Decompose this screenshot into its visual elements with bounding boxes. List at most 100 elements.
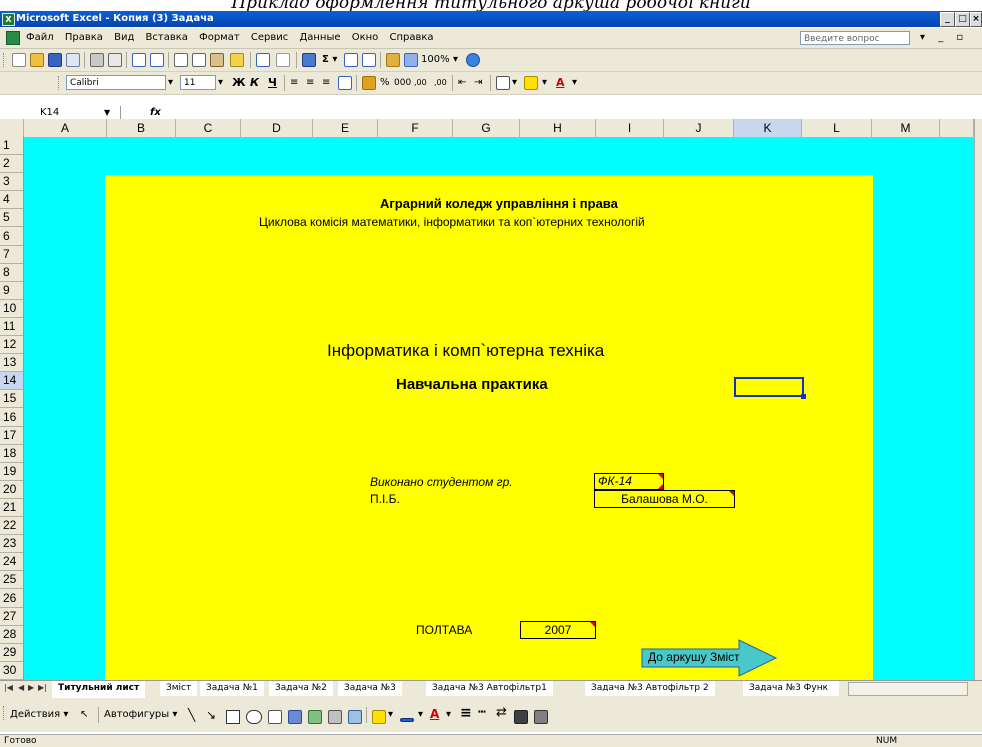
workbook-icon[interactable]: [6, 31, 20, 45]
row-header[interactable]: 23: [0, 535, 23, 554]
print-preview-icon[interactable]: [108, 53, 122, 67]
column-header[interactable]: M: [872, 119, 940, 137]
row-header[interactable]: 20: [0, 481, 23, 499]
font-color-dropdown-icon[interactable]: ▾: [446, 708, 451, 722]
question-input[interactable]: Введите вопрос: [800, 31, 910, 45]
maximize-button[interactable]: □: [955, 12, 970, 27]
font-name-box[interactable]: Calibri: [66, 75, 166, 90]
fill-dropdown-icon[interactable]: ▾: [542, 76, 547, 90]
tab-task-3[interactable]: Задача №3: [338, 681, 402, 696]
row-header[interactable]: 11: [0, 318, 23, 337]
name-box-dropdown-icon[interactable]: ▼: [104, 106, 110, 119]
menu-file[interactable]: Файл: [22, 28, 58, 48]
sort-ascending-icon[interactable]: [344, 53, 358, 67]
row-header[interactable]: 8: [0, 264, 23, 282]
year-cell[interactable]: 2007: [520, 621, 596, 639]
clip-art-icon[interactable]: [328, 710, 342, 724]
cut-icon[interactable]: [174, 53, 188, 67]
undo-icon[interactable]: [256, 53, 270, 67]
save-icon[interactable]: [48, 53, 62, 67]
line-color-icon[interactable]: [400, 718, 414, 722]
horizontal-scrollbar[interactable]: [848, 682, 968, 696]
row-header[interactable]: 19: [0, 463, 23, 481]
row-header[interactable]: 17: [0, 427, 23, 445]
arrow-style-icon[interactable]: ⇄: [496, 706, 507, 720]
row-header[interactable]: 3: [0, 173, 23, 192]
print-icon[interactable]: [90, 53, 104, 67]
font-dropdown-icon[interactable]: ▾: [168, 76, 173, 90]
toolbar-grip[interactable]: [58, 76, 62, 90]
decrease-indent-icon[interactable]: ⇤: [458, 76, 466, 90]
font-color-icon[interactable]: A: [430, 707, 439, 721]
row-header[interactable]: 1: [0, 137, 23, 156]
actions-menu[interactable]: Действия ▾: [10, 708, 68, 722]
column-header-selected[interactable]: K: [734, 119, 802, 137]
to-contents-arrow-button[interactable]: До аркушу Зміст: [641, 639, 779, 677]
italic-button[interactable]: К: [250, 76, 259, 90]
fill-handle[interactable]: [801, 394, 806, 399]
copy-icon[interactable]: [192, 53, 206, 67]
insert-function-icon[interactable]: fx: [150, 106, 161, 119]
tab-contents[interactable]: Зміст: [160, 681, 198, 696]
merge-center-icon[interactable]: [338, 76, 352, 90]
row-header[interactable]: 25: [0, 571, 23, 590]
fill-color-icon[interactable]: [524, 76, 538, 90]
size-dropdown-icon[interactable]: ▾: [218, 76, 223, 90]
active-cell-k14[interactable]: [734, 377, 806, 399]
help-icon[interactable]: [466, 53, 480, 67]
tab-task-3-functions[interactable]: Задача №3 Функ: [743, 681, 839, 696]
row-header[interactable]: 9: [0, 282, 23, 300]
select-objects-icon[interactable]: ↖: [80, 708, 88, 722]
column-header[interactable]: L: [802, 119, 872, 137]
column-header-partial[interactable]: [940, 119, 974, 137]
row-header[interactable]: 24: [0, 553, 23, 572]
autoshapes-menu[interactable]: Автофигуры ▾: [104, 708, 177, 722]
row-header[interactable]: 6: [0, 228, 23, 246]
menu-tools[interactable]: Сервис: [247, 28, 292, 48]
row-header[interactable]: 12: [0, 336, 23, 355]
menu-edit[interactable]: Правка: [61, 28, 107, 48]
worksheet-area[interactable]: Аграрний коледж управління і права Цикло…: [24, 137, 974, 680]
column-header[interactable]: D: [241, 119, 313, 137]
column-header[interactable]: B: [107, 119, 176, 137]
name-box[interactable]: K14 ▼: [0, 106, 121, 119]
font-size-box[interactable]: 11: [180, 75, 216, 90]
font-color-icon[interactable]: A: [556, 76, 565, 90]
row-header[interactable]: 7: [0, 246, 23, 264]
prev-sheet-button[interactable]: ◀: [18, 683, 24, 692]
thousands-icon[interactable]: 000: [394, 76, 411, 90]
close-button[interactable]: ×: [970, 12, 982, 27]
research-icon[interactable]: [150, 53, 164, 67]
column-header[interactable]: J: [664, 119, 734, 137]
row-header[interactable]: 28: [0, 626, 23, 644]
underline-button[interactable]: Ч: [268, 76, 277, 90]
hyperlink-icon[interactable]: [302, 53, 316, 67]
drawing-toggle-icon[interactable]: [404, 53, 418, 67]
new-icon[interactable]: [12, 53, 26, 67]
select-all-corner[interactable]: [0, 119, 24, 137]
dash-style-icon[interactable]: ┅: [478, 706, 486, 720]
column-header[interactable]: A: [24, 119, 107, 137]
chart-wizard-icon[interactable]: [386, 53, 400, 67]
menu-data[interactable]: Данные: [295, 28, 344, 48]
spelling-icon[interactable]: [132, 53, 146, 67]
column-header[interactable]: C: [176, 119, 241, 137]
row-header[interactable]: 18: [0, 445, 23, 463]
percent-icon[interactable]: %: [380, 76, 390, 90]
bold-button[interactable]: Ж: [232, 76, 245, 90]
row-header[interactable]: 5: [0, 209, 23, 228]
group-cell[interactable]: ФК-14: [594, 473, 664, 490]
menu-insert[interactable]: Вставка: [142, 28, 192, 48]
menu-help[interactable]: Справка: [385, 28, 437, 48]
autosum-icon[interactable]: Σ ▾: [322, 53, 337, 67]
row-header[interactable]: 26: [0, 590, 23, 608]
arrow-icon[interactable]: ↘: [206, 708, 216, 722]
line-color-dropdown-icon[interactable]: ▾: [418, 708, 423, 722]
line-style-icon[interactable]: ≡: [460, 706, 472, 720]
shadow-style-icon[interactable]: [514, 710, 528, 724]
menu-window[interactable]: Окно: [348, 28, 383, 48]
row-header[interactable]: 15: [0, 390, 23, 409]
wordart-icon[interactable]: [288, 710, 302, 724]
rectangle-icon[interactable]: [226, 710, 240, 724]
column-header[interactable]: F: [378, 119, 453, 137]
